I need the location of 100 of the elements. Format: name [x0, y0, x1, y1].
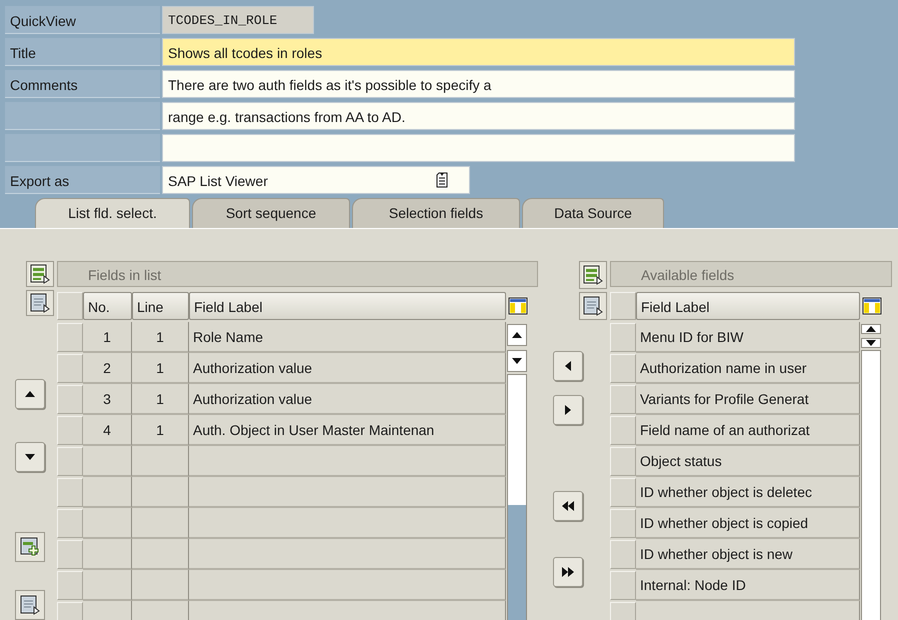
input-field[interactable]: There are two auth fields as it's possible to specify a	[162, 70, 795, 98]
table-cell: ID whether object is new	[636, 539, 860, 570]
table-cell: Role Name	[189, 322, 506, 353]
row-selector[interactable]	[57, 571, 83, 600]
add-field-button[interactable]	[15, 532, 45, 562]
down-arrow-icon	[865, 339, 877, 347]
row-selector[interactable]	[57, 385, 83, 414]
move-down-button[interactable]	[15, 442, 45, 472]
table-cell	[83, 446, 132, 477]
input-field[interactable]	[162, 134, 795, 162]
list-icon	[583, 265, 603, 285]
table-cell	[132, 539, 189, 570]
layout-button[interactable]	[26, 290, 54, 316]
field-label: QuickView	[5, 6, 160, 34]
up-arrow-icon	[865, 325, 877, 333]
column-header[interactable]: No.	[83, 292, 132, 320]
scrollbar-thumb[interactable]	[508, 375, 526, 505]
table-cell: 3	[83, 384, 132, 415]
tab[interactable]: Sort sequence	[192, 198, 350, 228]
table-cell: Authorization name in user	[636, 353, 860, 384]
table-cell: 1	[132, 353, 189, 384]
field-label: Comments	[5, 70, 160, 98]
down-arrow-icon	[511, 357, 523, 365]
table-cell	[132, 508, 189, 539]
left-arrow-icon	[564, 360, 572, 372]
down-arrow-icon	[24, 453, 36, 461]
field-label: Title	[5, 38, 160, 66]
scroll-up-button[interactable]	[861, 324, 881, 334]
row-selector[interactable]	[610, 571, 636, 600]
row-selector[interactable]	[57, 447, 83, 476]
list-icon	[30, 264, 50, 284]
scroll-down-button[interactable]	[507, 350, 527, 372]
add-icon	[20, 537, 40, 557]
tab[interactable]: Data Source	[522, 198, 664, 228]
row-selector[interactable]	[610, 354, 636, 383]
table-cell	[132, 477, 189, 508]
column-header[interactable]: Field Label	[189, 292, 506, 320]
list-button[interactable]	[579, 261, 607, 289]
table-cell: ID whether object is copied	[636, 508, 860, 539]
list-button[interactable]	[26, 261, 54, 287]
table-cell	[132, 570, 189, 601]
table-cell: Authorization value	[189, 353, 506, 384]
row-selector[interactable]	[57, 354, 83, 383]
column-settings-icon	[508, 297, 528, 315]
row-selector[interactable]	[610, 478, 636, 507]
row-selector[interactable]	[57, 323, 83, 352]
table-cell: Authorization value	[189, 384, 506, 415]
table-cell	[83, 539, 132, 570]
input-field[interactable]: Shows all tcodes in roles	[162, 38, 795, 66]
row-selector[interactable]	[57, 478, 83, 507]
row-selector[interactable]	[610, 416, 636, 445]
row-selector[interactable]	[57, 416, 83, 445]
table-cell: 1	[132, 322, 189, 353]
scroll-up-button[interactable]	[507, 324, 527, 346]
document-icon	[583, 296, 603, 316]
column-header[interactable]: Field Label	[636, 292, 860, 320]
double-right-arrow-icon	[561, 566, 575, 578]
table-title: Available fields	[610, 261, 892, 287]
table-cell: Internal: Node ID	[636, 570, 860, 601]
layout-button[interactable]	[579, 292, 607, 320]
row-selector[interactable]	[610, 385, 636, 414]
move-left-button[interactable]	[553, 351, 583, 381]
table-cell: 2	[83, 353, 132, 384]
table-cell: Field name of an authorizat	[636, 415, 860, 446]
row-selector[interactable]	[610, 509, 636, 538]
tab[interactable]: List fld. select.	[35, 198, 190, 228]
readonly-field: TCODES_IN_ROLE	[162, 6, 314, 34]
table-cell: Object status	[636, 446, 860, 477]
table-cell	[83, 508, 132, 539]
field-button[interactable]	[15, 590, 45, 620]
move-up-button[interactable]	[15, 379, 45, 409]
table-title: Fields in list	[57, 261, 538, 287]
document-icon	[30, 293, 50, 313]
up-arrow-icon	[24, 390, 36, 398]
column-header[interactable]: Line	[132, 292, 189, 320]
field-label: Export as	[5, 166, 160, 194]
input-field[interactable]: range e.g. transactions from AA to AD.	[162, 102, 795, 130]
row-selector[interactable]	[610, 540, 636, 569]
row-selector[interactable]	[57, 509, 83, 538]
double-left-arrow-icon	[561, 500, 575, 512]
move-right-button[interactable]	[553, 395, 583, 425]
table-cell: 1	[132, 384, 189, 415]
scroll-down-button[interactable]	[861, 338, 881, 348]
table-cell: Menu ID for BIW	[636, 322, 860, 353]
tab[interactable]: Selection fields	[352, 198, 520, 228]
right-arrow-icon	[564, 404, 572, 416]
table-cell: Auth. Object in User Master Maintenan	[189, 415, 506, 446]
row-selector[interactable]	[57, 540, 83, 569]
table-cell	[83, 570, 132, 601]
row-selector[interactable]	[610, 447, 636, 476]
table-cell: 1	[83, 322, 132, 353]
table-cell: Variants for Profile Generat	[636, 384, 860, 415]
document-icon	[20, 595, 40, 615]
table-cell: 1	[132, 415, 189, 446]
up-arrow-icon	[511, 331, 523, 339]
column-settings-icon	[862, 297, 882, 315]
table-cell: 4	[83, 415, 132, 446]
move-all-left-button[interactable]	[553, 491, 583, 521]
move-all-right-button[interactable]	[553, 557, 583, 587]
table-cell: ID whether object is deletec	[636, 477, 860, 508]
